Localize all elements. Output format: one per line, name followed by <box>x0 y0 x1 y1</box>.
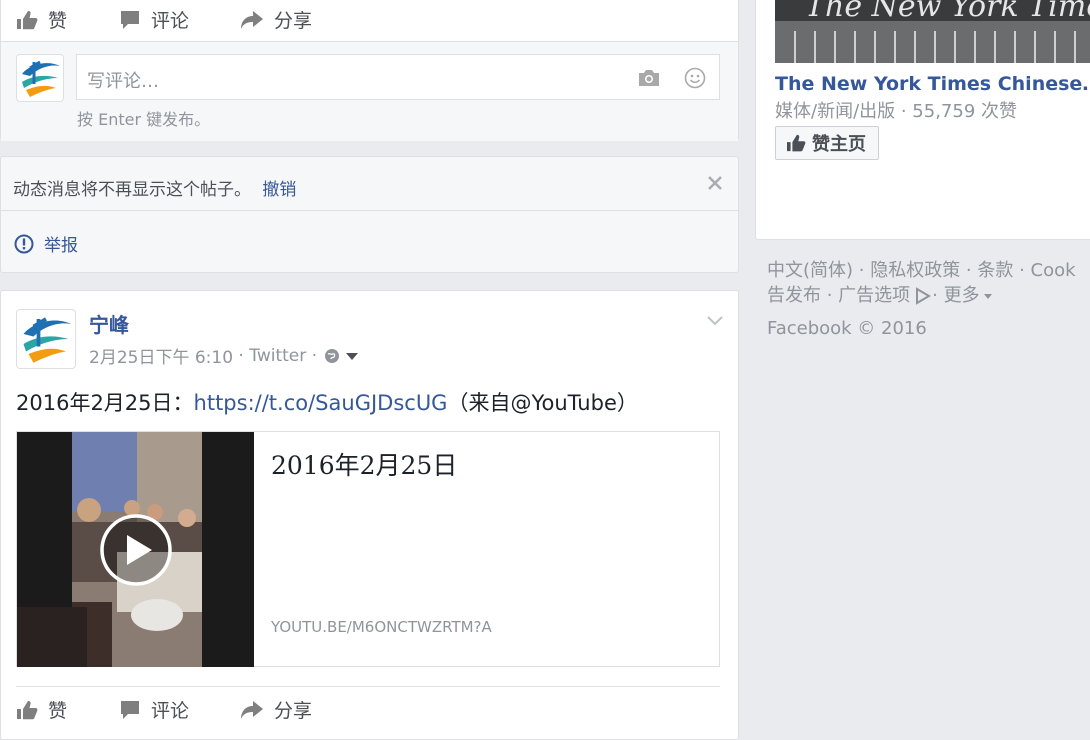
like-icon <box>17 10 38 29</box>
link-attachment[interactable]: 2016年2月25日 YOUTU.BE/M6ONCTWZRTM?A <box>16 431 720 667</box>
like-button[interactable]: 赞 <box>16 696 119 723</box>
post-timestamp[interactable]: 2月25日下午 6:10 <box>89 343 233 368</box>
close-icon[interactable] <box>707 175 723 191</box>
play-icon[interactable] <box>98 512 174 588</box>
share-label: 分享 <box>274 700 313 722</box>
meta-separator: · <box>233 345 250 366</box>
emoji-icon[interactable] <box>684 67 706 89</box>
page-name[interactable]: The New York Times Chinese… <box>775 73 1090 95</box>
attachment-title[interactable]: 2016年2月25日 <box>271 446 457 482</box>
report-link[interactable]: 举报 <box>14 231 78 256</box>
post-text-suffix: （来自@YouTube） <box>447 391 638 415</box>
share-icon <box>241 700 263 719</box>
chevron-down-icon[interactable] <box>706 315 724 327</box>
post-meta: 2月25日下午 6:10 · Twitter · <box>89 343 359 368</box>
notice-divider <box>1 210 738 211</box>
share-button[interactable]: 分享 <box>240 6 312 33</box>
post-source[interactable]: Twitter <box>249 346 306 366</box>
audience-dropdown-icon[interactable] <box>345 351 359 361</box>
post-author-avatar[interactable] <box>16 309 76 369</box>
post-text-prefix: 2016年2月25日： <box>16 391 194 415</box>
cover-photo: The New York Times <box>775 0 1090 63</box>
comment-icon <box>121 700 139 719</box>
comment-button[interactable]: 评论 <box>119 6 240 33</box>
post-actions: 赞 评论 分享 <box>16 696 312 723</box>
attachment-domain: YOUTU.BE/M6ONCTWZRTM?A <box>271 618 492 636</box>
comment-label: 评论 <box>151 10 190 32</box>
comment-label: 评论 <box>151 700 190 722</box>
page-category: 媒体/新闻/出版 · 55,759 次赞 <box>775 101 1017 122</box>
video-thumbnail[interactable] <box>17 432 254 667</box>
like-icon <box>17 700 38 719</box>
comment-input[interactable]: 写评论… <box>76 54 720 100</box>
page-name-row: The New York Times Chinese… <box>775 73 1090 95</box>
top-post-card: 赞 评论 分享 写评论… 按 Enter 键发布。 <box>0 0 739 141</box>
like-button[interactable]: 赞 <box>16 6 119 33</box>
share-button[interactable]: 分享 <box>240 696 312 723</box>
avatar-logo <box>18 56 62 100</box>
like-page-button[interactable]: 赞主页 <box>775 126 879 160</box>
meta-separator: · <box>306 345 323 366</box>
post-text: 2016年2月25日：https://t.co/SauGJDscUG（来自@Yo… <box>16 387 638 417</box>
comment-hint: 按 Enter 键发布。 <box>77 110 211 129</box>
report-label: 举报 <box>44 236 78 256</box>
comment-button[interactable]: 评论 <box>119 696 240 723</box>
globe-icon[interactable] <box>324 348 340 364</box>
post-author-name[interactable]: 宁峰 <box>89 309 129 338</box>
hidden-notice-row: 动态消息将不再显示这个帖子。 撤销 <box>13 175 296 200</box>
suggested-page-card: The New York Times The New York Times Ch… <box>755 0 1090 240</box>
like-icon <box>787 134 806 152</box>
cover-masthead: The New York Times <box>805 0 1090 24</box>
caret-down-icon[interactable] <box>983 292 993 300</box>
comment-placeholder: 写评论… <box>87 71 159 92</box>
ad-choices-icon[interactable] <box>914 286 932 305</box>
report-icon <box>14 234 34 253</box>
hidden-notice-text: 动态消息将不再显示这个帖子。 <box>13 180 251 200</box>
hidden-post-notice: 动态消息将不再显示这个帖子。 撤销 举报 <box>0 156 739 273</box>
comment-section: 写评论… 按 Enter 键发布。 <box>1 41 738 141</box>
avatar[interactable] <box>16 54 64 102</box>
comment-icon <box>121 10 139 29</box>
post-actions-divider <box>16 686 720 687</box>
share-label: 分享 <box>274 10 313 32</box>
like-label: 赞 <box>48 10 68 32</box>
footer-links-line2: 告发布 · 广告选项 · 更多 <box>767 283 1090 308</box>
ad-choices-link[interactable]: 告发布 · 广告选项 <box>767 283 910 308</box>
like-page-label: 赞主页 <box>812 134 866 155</box>
post-card: 宁峰 2月25日下午 6:10 · Twitter · 2016年2月25日：h… <box>0 290 739 740</box>
camera-icon[interactable] <box>637 68 661 88</box>
undo-link[interactable]: 撤销 <box>262 180 296 200</box>
footer-links-line1[interactable]: 中文(简体) · 隐私权政策 · 条款 · Cook <box>767 258 1090 283</box>
sidebar-footer: 中文(简体) · 隐私权政策 · 条款 · Cook 告发布 · 广告选项 · … <box>767 258 1090 341</box>
page-cover-image[interactable]: The New York Times <box>775 0 1090 63</box>
more-link[interactable]: · 更多 <box>932 283 979 308</box>
copyright: Facebook © 2016 <box>767 318 927 339</box>
like-label: 赞 <box>48 700 68 722</box>
top-post-actions: 赞 评论 分享 <box>16 6 312 33</box>
author-logo <box>18 311 74 367</box>
post-link[interactable]: https://t.co/SauGJDscUG <box>194 391 448 415</box>
share-icon <box>241 10 263 29</box>
